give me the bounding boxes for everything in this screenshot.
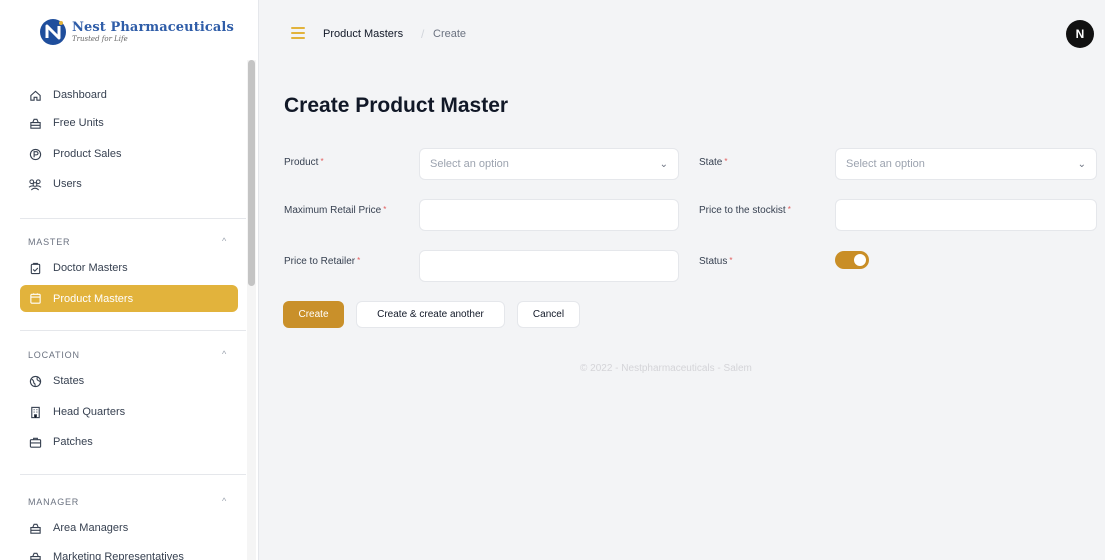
- sidebar-item-label: Marketing Representatives: [53, 551, 184, 560]
- sidebar-item-patches[interactable]: Patches: [20, 429, 238, 455]
- sidebar-item-free-units[interactable]: Free Units: [20, 110, 238, 136]
- clipboard-icon: [28, 261, 42, 275]
- sidebar-item-dashboard[interactable]: Dashboard: [20, 82, 238, 108]
- chevron-down-icon: ⌄: [1077, 158, 1086, 170]
- sidebar-item-area-managers[interactable]: Area Managers: [20, 515, 238, 541]
- avatar[interactable]: N: [1066, 20, 1094, 48]
- sidebar: Nest Pharmaceuticals Trusted for Life Da…: [0, 0, 259, 560]
- sidebar-item-label: Users: [53, 178, 82, 190]
- logo-icon: [40, 19, 66, 45]
- page-title: Create Product Master: [284, 94, 509, 117]
- chevron-up-icon[interactable]: ^: [222, 236, 226, 246]
- section-label-location: LOCATION: [28, 350, 80, 360]
- sidebar-item-label: States: [53, 375, 85, 387]
- sidebar-item-product-sales[interactable]: Product Sales: [20, 141, 238, 167]
- cancel-button[interactable]: Cancel: [517, 301, 580, 328]
- bag-icon: [28, 116, 42, 130]
- chevron-down-icon: ⌄: [659, 158, 668, 170]
- sidebar-scrollbar-thumb[interactable]: [248, 60, 255, 286]
- sidebar-item-label: Area Managers: [53, 522, 129, 534]
- home-icon: [28, 88, 42, 102]
- sidebar-item-states[interactable]: States: [20, 368, 238, 394]
- footer-copyright: © 2022 - Nestpharmaceuticals - Salem: [580, 363, 752, 374]
- chevron-up-icon[interactable]: ^: [222, 496, 226, 506]
- price-stockist-input[interactable]: [835, 199, 1097, 231]
- state-select-placeholder: Select an option: [846, 158, 925, 170]
- breadcrumb-separator: /: [421, 27, 425, 41]
- brand-logo[interactable]: Nest Pharmaceuticals Trusted for Life: [40, 17, 234, 47]
- bag-icon: [28, 550, 42, 560]
- globe-icon: [28, 374, 42, 388]
- chevron-up-icon[interactable]: ^: [222, 349, 226, 359]
- bag-icon: [28, 521, 42, 535]
- sidebar-item-label: Dashboard: [53, 89, 107, 101]
- sidebar-divider: [20, 218, 246, 219]
- price-retailer-label: Price to Retailer *: [284, 256, 361, 267]
- building-icon: [28, 405, 42, 419]
- menu-icon[interactable]: [291, 27, 305, 39]
- create-button[interactable]: Create: [283, 301, 344, 328]
- mrp-label: Maximum Retail Price *: [284, 205, 387, 216]
- product-select[interactable]: Select an option ⌄: [419, 148, 679, 180]
- sidebar-item-marketing-representatives[interactable]: Marketing Representatives: [20, 544, 238, 560]
- sidebar-divider: [20, 474, 246, 475]
- brand-name: Nest Pharmaceuticals: [72, 19, 234, 35]
- state-select[interactable]: Select an option ⌄: [835, 148, 1097, 180]
- section-label-manager: MANAGER: [28, 497, 80, 507]
- mrp-input[interactable]: [419, 199, 679, 231]
- brand-tagline: Trusted for Life: [72, 34, 128, 43]
- sidebar-item-label: Product Masters: [53, 292, 134, 305]
- sidebar-item-label: Head Quarters: [53, 406, 126, 418]
- product-label: Product *: [284, 157, 324, 168]
- state-label: State *: [699, 157, 728, 168]
- toggle-knob: [854, 254, 866, 266]
- product-select-placeholder: Select an option: [430, 158, 509, 170]
- sidebar-item-head-quarters[interactable]: Head Quarters: [20, 399, 238, 425]
- status-toggle[interactable]: [835, 251, 869, 269]
- status-label: Status *: [699, 256, 733, 267]
- product-sales-icon: [28, 147, 42, 161]
- sidebar-item-doctor-masters[interactable]: Doctor Masters: [20, 255, 238, 281]
- briefcase-icon: [28, 435, 42, 449]
- sidebar-item-users[interactable]: Users: [20, 171, 238, 197]
- breadcrumb-create: Create: [433, 28, 467, 40]
- sidebar-item-label: Doctor Masters: [53, 262, 128, 274]
- breadcrumb-product-masters[interactable]: Product Masters: [323, 28, 403, 40]
- users-icon: [28, 177, 42, 191]
- sidebar-item-label: Free Units: [53, 117, 104, 129]
- sidebar-item-label: Patches: [53, 436, 93, 448]
- sidebar-divider: [20, 330, 246, 331]
- sidebar-item-product-masters[interactable]: Product Masters: [20, 285, 238, 312]
- calendar-icon: [28, 292, 42, 306]
- price-retailer-input[interactable]: [419, 250, 679, 282]
- sidebar-item-label: Product Sales: [53, 148, 122, 160]
- create-another-button[interactable]: Create & create another: [356, 301, 505, 328]
- price-stockist-label: Price to the stockist *: [699, 205, 791, 216]
- section-label-master: MASTER: [28, 237, 71, 247]
